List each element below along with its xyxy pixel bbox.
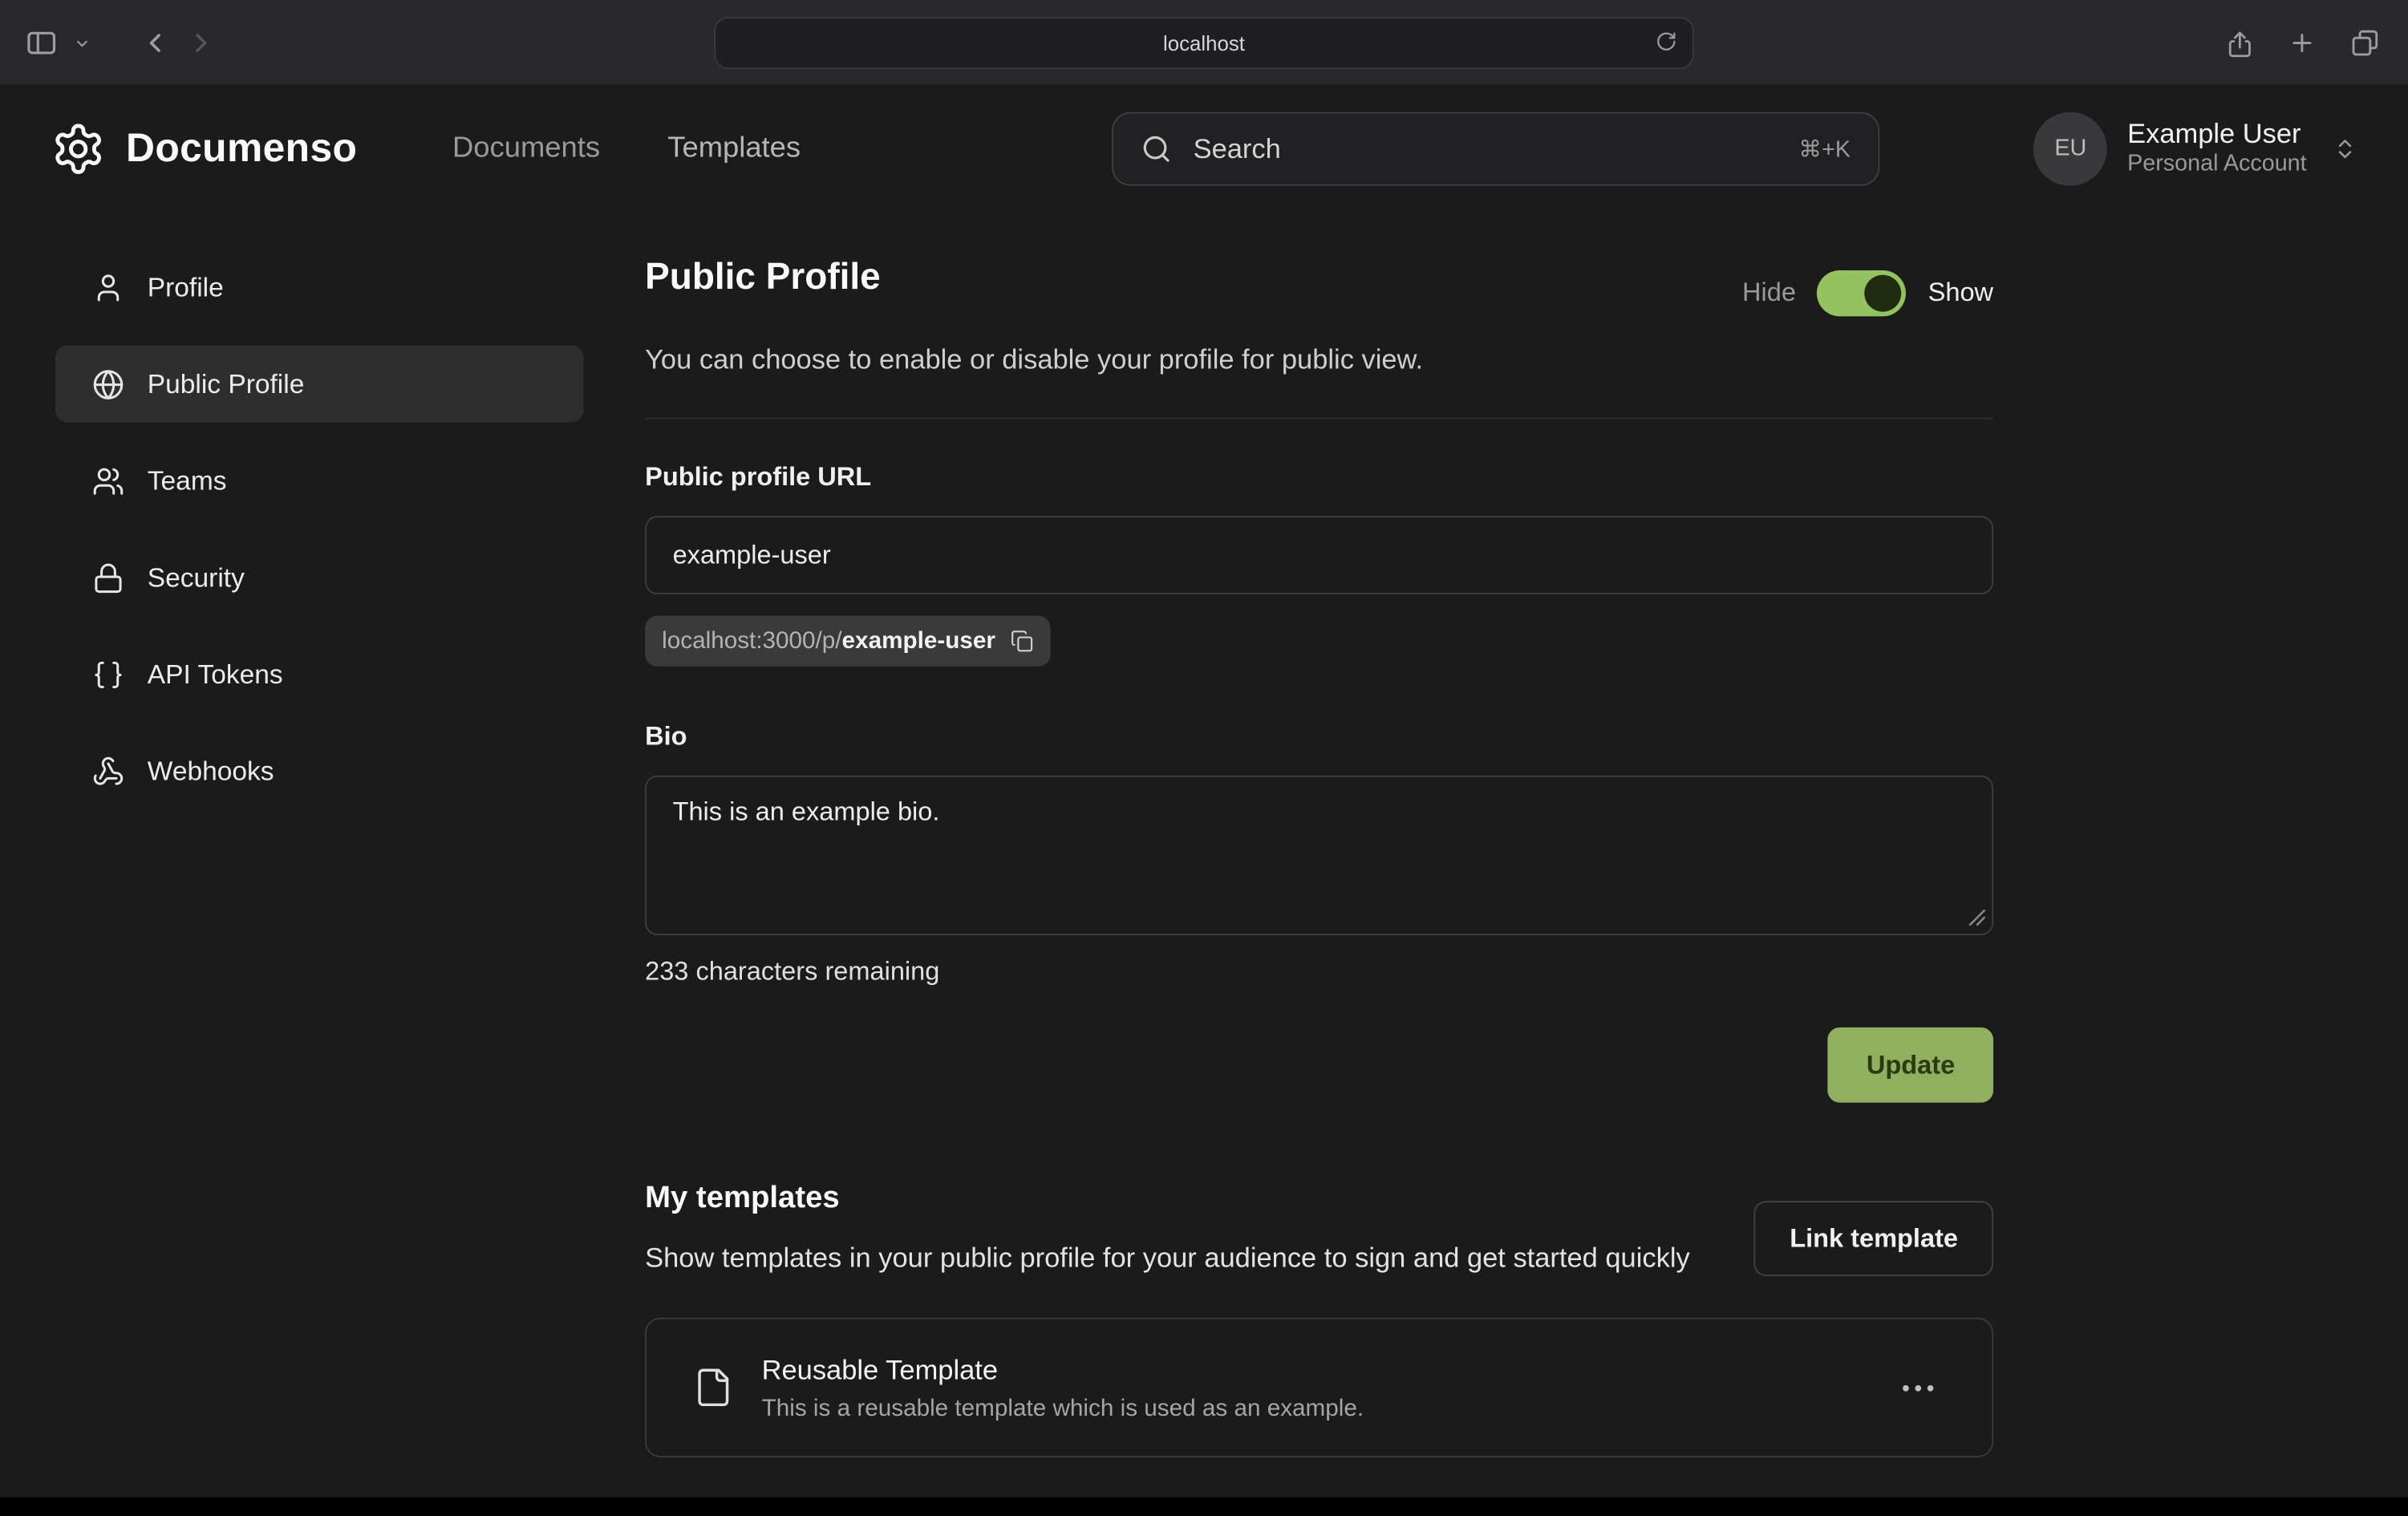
public-profile-panel: Public Profile Hide Show You can choose …: [645, 249, 1993, 1457]
toggle-off-label: Hide: [1742, 278, 1796, 309]
browser-toolbar: localhost: [0, 0, 2408, 86]
file-icon: [692, 1364, 734, 1411]
screen: localhost Documenso: [0, 0, 2408, 1516]
window-bottom-strip: [0, 1498, 2408, 1516]
app-header: Documenso Documents Templates Search ⌘+K…: [0, 86, 2408, 210]
divider: [645, 418, 1993, 420]
bio-field-label: Bio: [645, 722, 1993, 752]
sidebar-item-label: Teams: [148, 464, 227, 497]
sidebar-item-label: Profile: [148, 271, 224, 303]
page-title: Public Profile: [645, 255, 881, 301]
forward-button-icon[interactable]: [186, 27, 217, 58]
sidebar-item-teams[interactable]: Teams: [55, 442, 584, 519]
link-template-button[interactable]: Link template: [1754, 1201, 1993, 1276]
brand[interactable]: Documenso: [51, 120, 357, 176]
sidebar-item-label: Security: [148, 561, 245, 594]
share-icon[interactable]: [2225, 27, 2254, 59]
update-button[interactable]: Update: [1828, 1028, 1993, 1103]
chevron-down-icon[interactable]: [74, 34, 91, 51]
reload-icon[interactable]: [1656, 30, 1677, 52]
template-row: Reusable Template This is a reusable tem…: [645, 1318, 1993, 1457]
address-bar-url: localhost: [1163, 31, 1245, 55]
sidebar-toggle-icon[interactable]: [25, 26, 59, 60]
sidebar-item-profile[interactable]: Profile: [55, 249, 584, 326]
nav-documents[interactable]: Documents: [452, 132, 600, 165]
tab-overview-icon[interactable]: [2349, 27, 2380, 58]
sidebar-item-webhooks[interactable]: Webhooks: [55, 732, 584, 809]
profile-url-preview-text: localhost:3000/p/example-user: [662, 627, 995, 655]
my-templates-description: Show templates in your public profile fo…: [645, 1238, 1690, 1278]
toggle-knob: [1865, 275, 1902, 312]
webhook-icon: [91, 755, 124, 787]
nav-templates[interactable]: Templates: [667, 132, 801, 165]
characters-remaining: 233 characters remaining: [645, 957, 1993, 987]
new-tab-icon[interactable]: [2288, 29, 2316, 56]
address-bar[interactable]: localhost: [714, 17, 1693, 69]
documenso-logo-icon: [51, 120, 106, 176]
url-field-label: Public profile URL: [645, 462, 1993, 492]
sidebar-item-api-tokens[interactable]: API Tokens: [55, 636, 584, 713]
user-name: Example User: [2127, 116, 2307, 151]
account-type: Personal Account: [2127, 151, 2307, 180]
visibility-toggle-group: Hide Show: [1742, 270, 1993, 316]
app-window: Documenso Documents Templates Search ⌘+K…: [0, 86, 2408, 1497]
toggle-on-label: Show: [1928, 278, 1993, 309]
users-icon: [91, 464, 124, 497]
lock-icon: [91, 561, 124, 594]
copy-icon[interactable]: [1011, 630, 1034, 653]
sidebar-item-public-profile[interactable]: Public Profile: [55, 346, 584, 423]
my-templates-title: My templates: [645, 1179, 1690, 1216]
globe-icon: [91, 368, 124, 400]
user-icon: [91, 271, 124, 303]
more-options-icon[interactable]: [1891, 1372, 1946, 1403]
search-bar[interactable]: Search ⌘+K: [1112, 112, 1879, 186]
template-description: This is a reusable template which is use…: [762, 1393, 1364, 1422]
avatar: EU: [2033, 111, 2107, 185]
sidebar-item-label: API Tokens: [148, 658, 283, 690]
sidebar-item-security[interactable]: Security: [55, 539, 584, 616]
sidebar-item-label: Public Profile: [148, 368, 305, 400]
main-nav: Documents Templates: [452, 132, 801, 165]
settings-sidebar: Profile Public Profile Teams: [55, 249, 584, 1457]
search-placeholder: Search: [1194, 133, 1281, 165]
bio-textarea[interactable]: This is an example bio.: [645, 776, 1993, 935]
profile-visibility-toggle[interactable]: [1818, 270, 1907, 316]
template-name: Reusable Template: [762, 1352, 1364, 1386]
search-icon: [1141, 134, 1172, 164]
account-menu[interactable]: EU Example User Personal Account: [2033, 86, 2357, 210]
page-description: You can choose to enable or disable your…: [645, 339, 1993, 379]
profile-url-preview[interactable]: localhost:3000/p/example-user: [645, 616, 1051, 667]
search-shortcut: ⌘+K: [1798, 135, 1851, 162]
content: Profile Public Profile Teams: [0, 210, 2408, 1457]
sidebar-item-label: Webhooks: [148, 755, 274, 787]
brand-name: Documenso: [126, 124, 357, 172]
chevrons-up-down-icon: [2333, 136, 2357, 160]
profile-url-input[interactable]: [645, 516, 1993, 594]
back-button-icon[interactable]: [140, 27, 170, 58]
braces-icon: [91, 658, 124, 690]
